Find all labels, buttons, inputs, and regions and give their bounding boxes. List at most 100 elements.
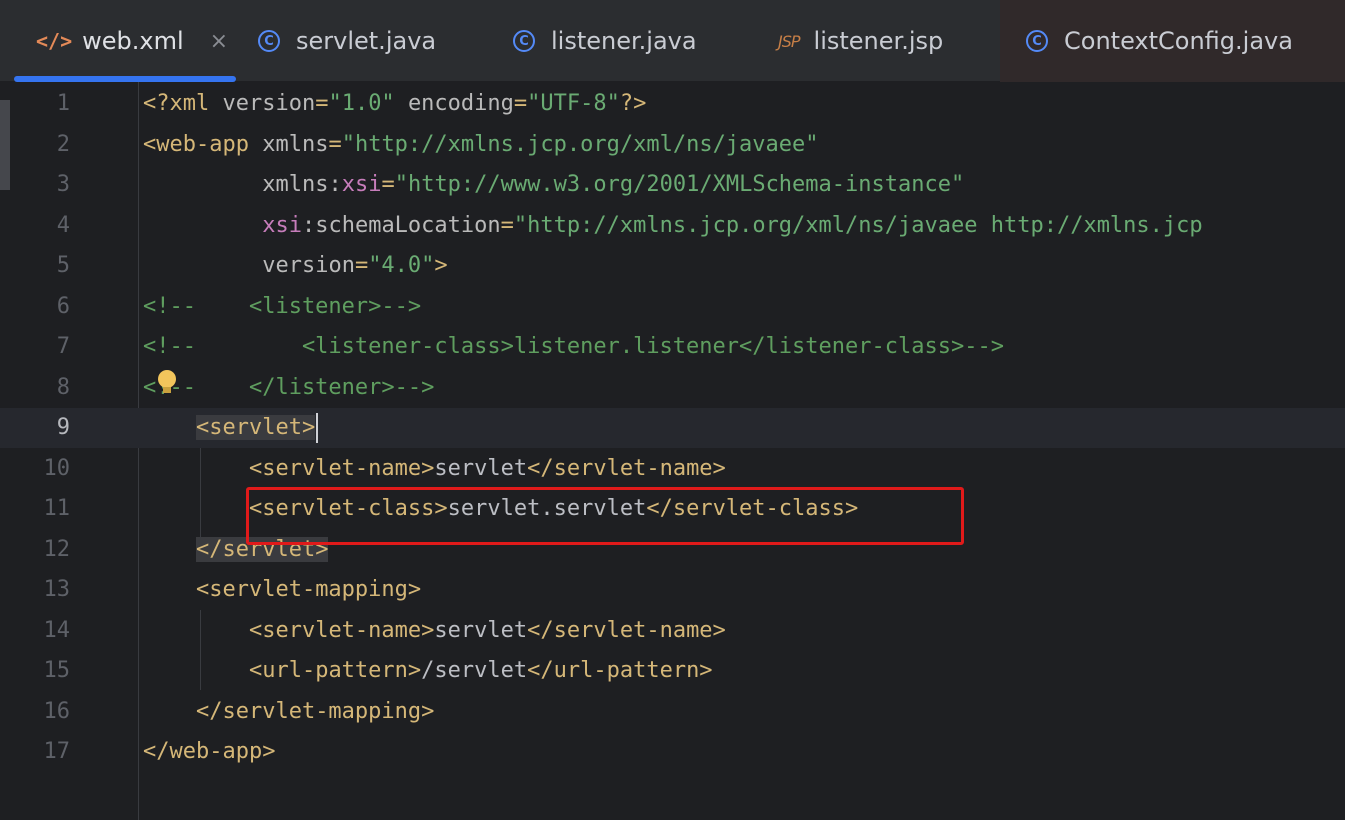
line-number: 6 <box>56 293 70 319</box>
tab-listener-java[interactable]: C listener.java <box>513 0 697 82</box>
code-text: xmlns:xsi="http://www.w3.org/2001/XMLSch… <box>143 165 964 205</box>
code-token: "http://xmlns.jcp.org/xml/ns/javaee" <box>341 131 819 157</box>
code-line[interactable]: 5 version="4.0"> <box>0 246 1345 286</box>
highlight-annotation-box <box>246 487 964 545</box>
code-text: <url-pattern>/servlet</url-pattern> <box>143 651 713 691</box>
code-text: <web-app xmlns="http://xmlns.jcp.org/xml… <box>143 125 819 165</box>
code-token: ?> <box>619 91 647 116</box>
code-token: "4.0" <box>368 253 435 278</box>
line-number: 14 <box>43 617 71 643</box>
code-token: </url-pattern> <box>527 658 713 683</box>
line-number: 11 <box>43 496 71 521</box>
code-token: <!-- <listener-class>listener.listener</… <box>143 334 1004 359</box>
line-number: 10 <box>43 455 71 481</box>
code-token: <url-pattern> <box>248 658 422 683</box>
code-text: <servlet-name>servlet</servlet-name> <box>143 611 726 651</box>
code-token: version <box>262 253 355 278</box>
lightbulb-icon[interactable] <box>158 370 176 393</box>
line-number: 2 <box>56 131 70 157</box>
code-token: "http://xmlns.jcp.org/xml/ns/javaee http… <box>513 212 1203 238</box>
code-text: <!-- <listener-class>listener.listener</… <box>143 327 1004 367</box>
code-text: <!-- </listener>--> <box>143 368 434 408</box>
code-token: <?xml <box>143 91 223 116</box>
code-line[interactable]: 8 <!-- </listener>--> <box>0 368 1345 408</box>
tab-web-xml[interactable]: </> web.xml × <box>14 0 236 82</box>
indent-guide <box>200 448 201 540</box>
tab-contextconfig-java[interactable]: C ContextConfig.java <box>1000 0 1345 82</box>
code-token: = <box>381 172 395 197</box>
code-line[interactable]: 15 <url-pattern>/servlet</url-pattern> <box>0 651 1345 691</box>
line-number: 15 <box>43 658 71 683</box>
code-line[interactable]: 1 <?xml version="1.0" encoding="UTF-8"?> <box>0 84 1345 124</box>
code-text: <servlet> <box>143 408 319 448</box>
line-number: 13 <box>43 577 71 602</box>
code-token: xmlns <box>262 131 329 157</box>
code-line[interactable]: 13 <servlet-mapping> <box>0 570 1345 610</box>
line-number: 8 <box>56 374 70 400</box>
line-number: 4 <box>56 212 70 238</box>
tab-label: ContextConfig.java <box>1064 27 1293 55</box>
code-line[interactable]: 2 <web-app xmlns="http://xmlns.jcp.org/xm… <box>0 125 1345 165</box>
code-line[interactable]: 14 <servlet-name>servlet</servlet-name> <box>0 611 1345 651</box>
text-caret <box>316 413 319 443</box>
code-token: </servlet-name> <box>527 455 726 481</box>
code-token: servlet <box>434 617 528 643</box>
code-line[interactable]: 4 xsi:schemaLocation="http://xmlns.jcp.o… <box>0 206 1345 246</box>
code-token: encoding <box>407 91 514 116</box>
code-token: = <box>354 253 369 278</box>
editor-tab-bar: </> web.xml × C servlet.java C listener.… <box>0 0 1345 82</box>
code-token: <!-- <listener>--> <box>143 293 422 319</box>
code-text: <servlet-mapping> <box>143 570 421 610</box>
code-token: = <box>500 212 514 238</box>
tab-servlet-java[interactable]: C servlet.java <box>258 0 436 82</box>
code-token: > <box>434 253 448 278</box>
line-number: 17 <box>43 739 71 764</box>
code-text: </web-app> <box>143 732 275 772</box>
code-token: servlet <box>434 455 528 481</box>
line-number: 3 <box>56 172 70 197</box>
code-token: <!-- </listener>--> <box>143 374 435 400</box>
code-token: "1.0" <box>328 91 395 116</box>
tab-label: listener.java <box>551 27 697 55</box>
java-class-icon: C <box>1026 30 1048 52</box>
code-token: </web-app> <box>143 739 276 764</box>
code-token: <web-app <box>143 131 263 157</box>
code-line[interactable]: 9 <servlet> <box>0 408 1345 448</box>
code-text: xsi:schemaLocation="http://xmlns.jcp.org… <box>143 206 1203 246</box>
line-number: 16 <box>43 698 71 724</box>
code-text: version="4.0"> <box>143 246 448 286</box>
line-number: 5 <box>56 253 70 278</box>
code-token: /servlet <box>421 658 528 683</box>
code-token: <servlet> <box>195 415 316 440</box>
code-text: <!-- <listener>--> <box>143 287 421 327</box>
tab-listener-jsp[interactable]: JSP listener.jsp <box>778 0 943 82</box>
line-number: 9 <box>56 415 70 440</box>
tab-label: listener.jsp <box>813 27 944 55</box>
code-line[interactable]: 7 <!-- <listener-class>listener.listener<… <box>0 327 1345 367</box>
xml-file-icon: </> <box>36 29 73 53</box>
code-line[interactable]: 17 </web-app> <box>0 732 1345 772</box>
code-token: <servlet-mapping> <box>195 577 422 602</box>
code-line[interactable]: 6 <!-- <listener>--> <box>0 287 1345 327</box>
code-line[interactable]: 16 </servlet-mapping> <box>0 692 1345 732</box>
close-icon[interactable]: × <box>210 29 228 54</box>
indent-guide <box>200 610 201 690</box>
tab-label: servlet.java <box>296 27 437 55</box>
code-line[interactable]: 3 xmlns:xsi="http://www.w3.org/2001/XMLS… <box>0 165 1345 205</box>
code-token: = <box>513 91 528 116</box>
code-token: <servlet-name> <box>248 455 435 481</box>
code-line[interactable]: 10 <servlet-name>servlet</servlet-name> <box>0 449 1345 489</box>
java-class-icon: C <box>258 30 280 52</box>
code-token: </servlet-mapping> <box>195 698 435 724</box>
code-token: xsi <box>262 212 302 238</box>
